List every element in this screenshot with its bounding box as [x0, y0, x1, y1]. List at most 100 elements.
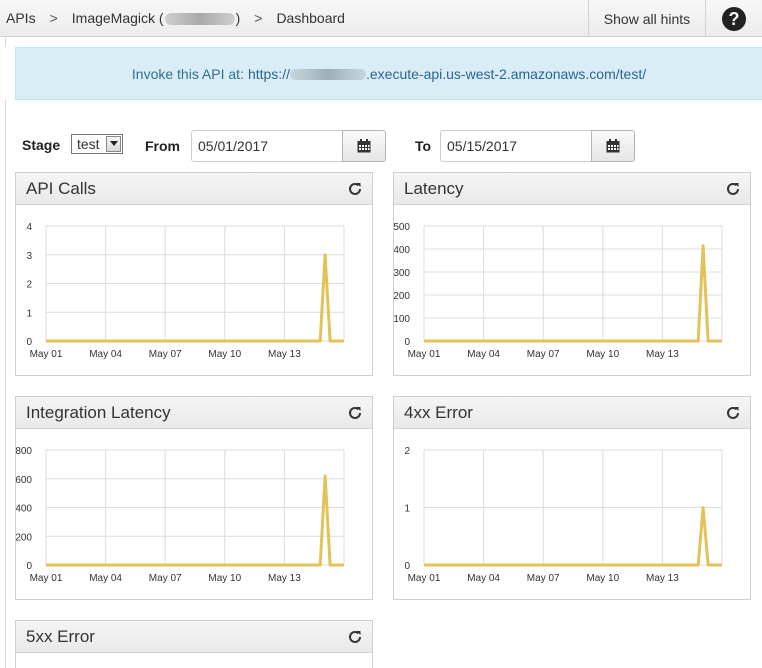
panel-api-calls: API Calls 0 1 2 3 4 May 01 May 04 May 07 May 10 M… [15, 172, 373, 376]
y-tick-label: 3 [26, 251, 32, 262]
svg-text:?: ? [729, 9, 740, 29]
x-tick-label: May 07 [527, 573, 560, 584]
x-tick-label: May 13 [646, 349, 679, 360]
left-guide [5, 37, 6, 47]
chart-api-calls: 0 1 2 3 4 May 01 May 04 May 07 May 10 May 13 [26, 222, 345, 360]
url-suffix: .execute-api.us-west-2.amazonaws.com/tes… [365, 65, 647, 82]
x-tick-label: May 01 [408, 349, 441, 360]
y-tick-label: 2 [26, 280, 32, 291]
x-tick-label: May 10 [586, 349, 619, 360]
redacted-api-id [289, 69, 366, 81]
breadcrumb: APIs > ImageMagick () > Dashboard [6, 0, 345, 36]
to-calendar-button[interactable] [591, 130, 635, 162]
x-tick-label: May 04 [467, 349, 500, 360]
breadcrumb-separator: > [254, 10, 263, 26]
x-tick-label: May 07 [149, 573, 182, 584]
invoke-url-link[interactable]: https:// .execute-api.us-west-2.amazonaws… [248, 66, 646, 82]
refresh-icon[interactable] [726, 182, 740, 196]
left-guide [5, 100, 6, 668]
y-tick-label: 1 [26, 308, 32, 319]
x-tick-label: May 07 [527, 349, 560, 360]
y-tick-label: 500 [394, 222, 410, 233]
x-tick-label: May 13 [268, 349, 301, 360]
y-tick-label: 4 [26, 222, 32, 233]
panel-title: 5xx Error [26, 627, 95, 646]
panel-title: API Calls [26, 179, 96, 198]
refresh-icon[interactable] [348, 182, 362, 196]
invoke-label: Invoke this API at: [131, 65, 244, 82]
panel-header: Integration Latency [16, 397, 372, 429]
calendar-icon [357, 139, 371, 153]
panel-title: Integration Latency [26, 403, 171, 422]
breadcrumb-dashboard: Dashboard [276, 10, 345, 26]
stage-label: Stage [22, 137, 61, 153]
api-name-prefix: ImageMagick ( [71, 10, 164, 26]
question-circle-icon: ? [722, 6, 746, 31]
chevron-down-icon [106, 136, 121, 152]
stage-select[interactable]: test [71, 134, 123, 154]
y-tick-label: 200 [16, 532, 32, 543]
chart-latency: 0 100 200 300 400 500 May 01 May 04 May 07 May 10… [394, 222, 723, 360]
panel-integration-latency: Integration Latency 0 200 400 600 800 May 01 M… [15, 396, 373, 600]
y-tick-label: 300 [394, 268, 410, 279]
x-tick-label: May 04 [89, 349, 122, 360]
to-date-input[interactable]: 05/15/2017 [440, 130, 592, 162]
y-tick-label: 0 [26, 337, 32, 348]
y-tick-label: 400 [16, 504, 32, 515]
x-tick-label: May 07 [149, 349, 182, 360]
y-tick-label: 100 [394, 314, 410, 325]
breadcrumb-separator: > [49, 10, 58, 26]
calendar-icon [606, 139, 620, 153]
panel-title: 4xx Error [404, 403, 473, 422]
invoke-url-banner: Invoke this API at: https:// .execute-api… [15, 47, 762, 100]
chart-integration-latency: 0 200 400 600 800 May 01 May 04 May 07 May 10 May… [16, 446, 345, 584]
series-line [46, 474, 344, 567]
x-tick-label: May 01 [408, 573, 441, 584]
x-tick-label: May 10 [208, 349, 241, 360]
panel-header: 4xx Error [394, 397, 750, 429]
panel-latency: Latency 0 100 200 300 400 500 May 01 May 04 May … [393, 172, 751, 376]
redacted-api-id [164, 13, 235, 26]
top-bar: APIs > ImageMagick () > Dashboard Show a… [0, 0, 762, 37]
panel-4xx-error: 4xx Error 0 1 2 May 01 May 04 May 07 May 10 May… [393, 396, 751, 600]
y-tick-label: 800 [16, 446, 32, 457]
series-line [424, 244, 722, 343]
x-tick-label: May 13 [646, 573, 679, 584]
y-tick-label: 0 [26, 561, 32, 572]
panel-title: Latency [404, 179, 464, 198]
url-prefix: https:// [247, 65, 290, 82]
y-tick-label: 400 [394, 245, 410, 256]
y-tick-label: 2 [404, 446, 410, 457]
y-tick-label: 200 [394, 291, 410, 302]
breadcrumb-apis[interactable]: APIs [6, 10, 36, 26]
y-tick-label: 600 [16, 475, 32, 486]
x-tick-label: May 10 [586, 573, 619, 584]
stage-value: test [77, 136, 100, 152]
chart-4xx-error: 0 1 2 May 01 May 04 May 07 May 10 May 13 [404, 446, 723, 584]
x-tick-label: May 04 [89, 573, 122, 584]
x-tick-label: May 10 [208, 573, 241, 584]
refresh-icon[interactable] [726, 406, 740, 420]
panel-5xx-error: 5xx Error [15, 620, 373, 668]
series-line [424, 506, 722, 567]
refresh-icon[interactable] [348, 406, 362, 420]
x-tick-label: May 01 [30, 349, 63, 360]
help-button[interactable]: ? [706, 0, 762, 37]
show-all-hints-button[interactable]: Show all hints [588, 0, 706, 37]
y-tick-label: 0 [404, 561, 410, 572]
y-tick-label: 0 [404, 337, 410, 348]
from-label: From [145, 138, 180, 154]
x-tick-label: May 13 [268, 573, 301, 584]
x-tick-label: May 01 [30, 573, 63, 584]
x-tick-label: May 04 [467, 573, 500, 584]
y-tick-label: 1 [404, 504, 410, 515]
api-name-suffix: ) [235, 10, 241, 26]
panel-header: API Calls [16, 173, 372, 205]
to-label: To [415, 138, 432, 154]
refresh-icon[interactable] [348, 630, 362, 644]
from-date-input[interactable]: 05/01/2017 [191, 130, 343, 162]
breadcrumb-api-name[interactable]: ImageMagick () [72, 10, 240, 26]
series-line [46, 253, 344, 343]
panel-header: 5xx Error [16, 621, 372, 653]
from-calendar-button[interactable] [342, 130, 386, 162]
